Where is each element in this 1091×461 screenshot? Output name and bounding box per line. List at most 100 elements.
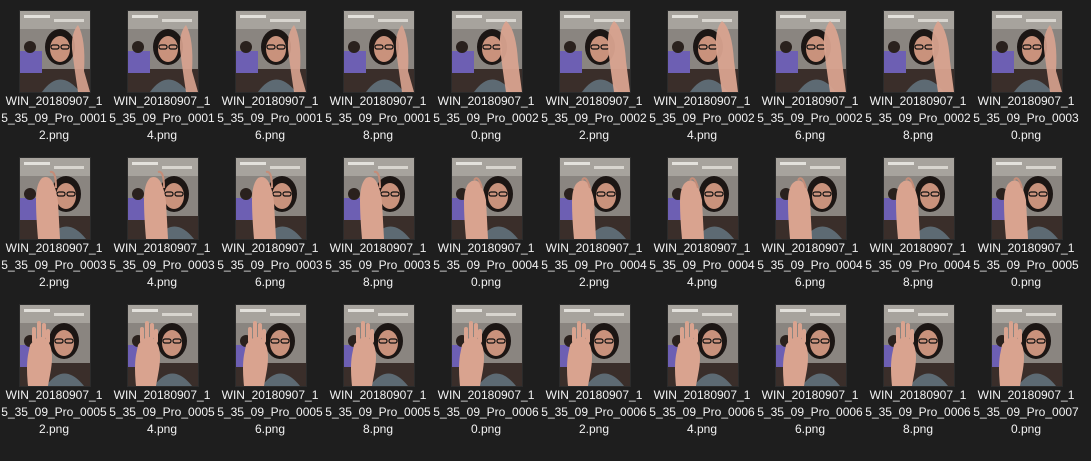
image-thumbnail[interactable]	[451, 10, 523, 93]
file-name-label[interactable]: WIN_20180907_1 5_35_09_Pro_0002 8.png	[864, 93, 972, 144]
file-name-label[interactable]: WIN_20180907_1 5_35_09_Pro_0003 2.png	[0, 240, 108, 291]
image-thumbnail[interactable]	[343, 304, 415, 387]
image-thumbnail[interactable]	[775, 10, 847, 93]
file-name-label[interactable]: WIN_20180907_1 5_35_09_Pro_0005 4.png	[108, 387, 216, 438]
file-name-label[interactable]: WIN_20180907_1 5_35_09_Pro_0002 0.png	[432, 93, 540, 144]
file-tile[interactable]: WIN_20180907_1 5_35_09_Pro_0003 0.png	[972, 0, 1080, 146]
image-thumbnail[interactable]	[667, 157, 739, 240]
file-tile[interactable]: WIN_20180907_1 5_35_09_Pro_0003 8.png	[324, 147, 432, 293]
image-thumbnail[interactable]	[559, 10, 631, 93]
image-thumbnail[interactable]	[991, 157, 1063, 240]
file-name-label[interactable]: WIN_20180907_1 5_35_09_Pro_0001 6.png	[216, 93, 324, 144]
image-thumbnail[interactable]	[991, 10, 1063, 93]
file-name-label[interactable]: WIN_20180907_1 5_35_09_Pro_0004 4.png	[648, 240, 756, 291]
file-tile[interactable]: WIN_20180907_1 5_35_09_Pro_0006 6.png	[756, 294, 864, 440]
file-tile[interactable]: WIN_20180907_1 5_35_09_Pro_0002 6.png	[756, 0, 864, 146]
file-name-label[interactable]: WIN_20180907_1 5_35_09_Pro_0007 0.png	[972, 387, 1080, 438]
file-name-line: 2.png	[38, 128, 70, 142]
file-tile[interactable]: WIN_20180907_1 5_35_09_Pro_0004 4.png	[648, 147, 756, 293]
image-thumbnail[interactable]	[883, 157, 955, 240]
image-thumbnail[interactable]	[991, 304, 1063, 387]
file-tile[interactable]: WIN_20180907_1 5_35_09_Pro_0001 4.png	[108, 0, 216, 146]
file-tile[interactable]: WIN_20180907_1 5_35_09_Pro_0005 2.png	[0, 294, 108, 440]
file-name-label[interactable]: WIN_20180907_1 5_35_09_Pro_0006 4.png	[648, 387, 756, 438]
file-tile[interactable]: WIN_20180907_1 5_35_09_Pro_0005 8.png	[324, 294, 432, 440]
image-thumbnail[interactable]	[451, 304, 523, 387]
file-tile[interactable]: WIN_20180907_1 5_35_09_Pro_0006 2.png	[540, 294, 648, 440]
file-name-label[interactable]: WIN_20180907_1 5_35_09_Pro_0006 8.png	[864, 387, 972, 438]
file-name-line: 5_35_09_Pro_0004	[433, 258, 539, 272]
file-name-label[interactable]: WIN_20180907_1 5_35_09_Pro_0006 6.png	[756, 387, 864, 438]
image-thumbnail[interactable]	[19, 10, 91, 93]
file-name-label[interactable]: WIN_20180907_1 5_35_09_Pro_0004 6.png	[756, 240, 864, 291]
image-thumbnail[interactable]	[19, 157, 91, 240]
file-name-label[interactable]: WIN_20180907_1 5_35_09_Pro_0005 8.png	[324, 387, 432, 438]
file-tile[interactable]: WIN_20180907_1 5_35_09_Pro_0003 4.png	[108, 147, 216, 293]
file-tile[interactable]: WIN_20180907_1 5_35_09_Pro_0002 8.png	[864, 0, 972, 146]
file-tile[interactable]: WIN_20180907_1 5_35_09_Pro_0002 4.png	[648, 0, 756, 146]
file-tile[interactable]: WIN_20180907_1 5_35_09_Pro_0003 2.png	[0, 147, 108, 293]
file-name-label[interactable]: WIN_20180907_1 5_35_09_Pro_0005 2.png	[0, 387, 108, 438]
file-tile[interactable]: WIN_20180907_1 5_35_09_Pro_0002 2.png	[540, 0, 648, 146]
image-thumbnail[interactable]	[235, 304, 307, 387]
image-thumbnail[interactable]	[343, 10, 415, 93]
file-tile[interactable]: WIN_20180907_1 5_35_09_Pro_0006 0.png	[432, 294, 540, 440]
file-tile[interactable]: WIN_20180907_1 5_35_09_Pro_0001 8.png	[324, 0, 432, 146]
file-tile[interactable]: WIN_20180907_1 5_35_09_Pro_0002 0.png	[432, 0, 540, 146]
image-thumbnail[interactable]	[775, 304, 847, 387]
file-tile[interactable]: WIN_20180907_1 5_35_09_Pro_0005 6.png	[216, 294, 324, 440]
image-thumbnail[interactable]	[127, 10, 199, 93]
file-name-label[interactable]: WIN_20180907_1 5_35_09_Pro_0004 8.png	[864, 240, 972, 291]
file-tile[interactable]: WIN_20180907_1 5_35_09_Pro_0006 8.png	[864, 294, 972, 440]
image-thumbnail[interactable]	[775, 157, 847, 240]
file-name-line: 2.png	[38, 275, 70, 289]
file-tile[interactable]: WIN_20180907_1 5_35_09_Pro_0001 6.png	[216, 0, 324, 146]
file-name-line: 5_35_09_Pro_0002	[757, 111, 863, 125]
photo-image	[992, 158, 1062, 239]
file-name-label[interactable]: WIN_20180907_1 5_35_09_Pro_0004 0.png	[432, 240, 540, 291]
photo-image	[452, 158, 522, 239]
image-thumbnail[interactable]	[451, 157, 523, 240]
file-tile[interactable]: WIN_20180907_1 5_35_09_Pro_0004 6.png	[756, 147, 864, 293]
image-thumbnail[interactable]	[235, 157, 307, 240]
file-name-label[interactable]: WIN_20180907_1 5_35_09_Pro_0003 4.png	[108, 240, 216, 291]
file-tile[interactable]: WIN_20180907_1 5_35_09_Pro_0004 2.png	[540, 147, 648, 293]
file-name-line: 4.png	[686, 422, 718, 436]
image-thumbnail[interactable]	[559, 304, 631, 387]
image-thumbnail[interactable]	[127, 157, 199, 240]
file-name-label[interactable]: WIN_20180907_1 5_35_09_Pro_0006 0.png	[432, 387, 540, 438]
file-name-label[interactable]: WIN_20180907_1 5_35_09_Pro_0003 8.png	[324, 240, 432, 291]
file-name-label[interactable]: WIN_20180907_1 5_35_09_Pro_0002 4.png	[648, 93, 756, 144]
image-thumbnail[interactable]	[559, 157, 631, 240]
file-name-label[interactable]: WIN_20180907_1 5_35_09_Pro_0006 2.png	[540, 387, 648, 438]
file-name-label[interactable]: WIN_20180907_1 5_35_09_Pro_0004 2.png	[540, 240, 648, 291]
file-tile[interactable]: WIN_20180907_1 5_35_09_Pro_0006 4.png	[648, 294, 756, 440]
file-name-line: 5_35_09_Pro_0005	[1, 405, 107, 419]
image-thumbnail[interactable]	[667, 10, 739, 93]
file-name-label[interactable]: WIN_20180907_1 5_35_09_Pro_0005 6.png	[216, 387, 324, 438]
file-tile[interactable]: WIN_20180907_1 5_35_09_Pro_0007 0.png	[972, 294, 1080, 440]
file-name-label[interactable]: WIN_20180907_1 5_35_09_Pro_0005 0.png	[972, 240, 1080, 291]
file-name-label[interactable]: WIN_20180907_1 5_35_09_Pro_0001 2.png	[0, 93, 108, 144]
file-name-label[interactable]: WIN_20180907_1 5_35_09_Pro_0003 6.png	[216, 240, 324, 291]
file-tile[interactable]: WIN_20180907_1 5_35_09_Pro_0003 6.png	[216, 147, 324, 293]
image-thumbnail[interactable]	[343, 157, 415, 240]
file-name-line: WIN_20180907_1	[761, 241, 859, 255]
file-name-line: WIN_20180907_1	[221, 94, 319, 108]
image-thumbnail[interactable]	[127, 304, 199, 387]
image-thumbnail[interactable]	[235, 10, 307, 93]
file-name-label[interactable]: WIN_20180907_1 5_35_09_Pro_0001 8.png	[324, 93, 432, 144]
image-thumbnail[interactable]	[667, 304, 739, 387]
file-name-label[interactable]: WIN_20180907_1 5_35_09_Pro_0002 2.png	[540, 93, 648, 144]
file-name-label[interactable]: WIN_20180907_1 5_35_09_Pro_0001 4.png	[108, 93, 216, 144]
file-tile[interactable]: WIN_20180907_1 5_35_09_Pro_0001 2.png	[0, 0, 108, 146]
image-thumbnail[interactable]	[883, 10, 955, 93]
file-tile[interactable]: WIN_20180907_1 5_35_09_Pro_0005 4.png	[108, 294, 216, 440]
file-tile[interactable]: WIN_20180907_1 5_35_09_Pro_0004 0.png	[432, 147, 540, 293]
file-tile[interactable]: WIN_20180907_1 5_35_09_Pro_0005 0.png	[972, 147, 1080, 293]
image-thumbnail[interactable]	[19, 304, 91, 387]
file-name-label[interactable]: WIN_20180907_1 5_35_09_Pro_0003 0.png	[972, 93, 1080, 144]
image-thumbnail[interactable]	[883, 304, 955, 387]
file-name-label[interactable]: WIN_20180907_1 5_35_09_Pro_0002 6.png	[756, 93, 864, 144]
file-tile[interactable]: WIN_20180907_1 5_35_09_Pro_0004 8.png	[864, 147, 972, 293]
